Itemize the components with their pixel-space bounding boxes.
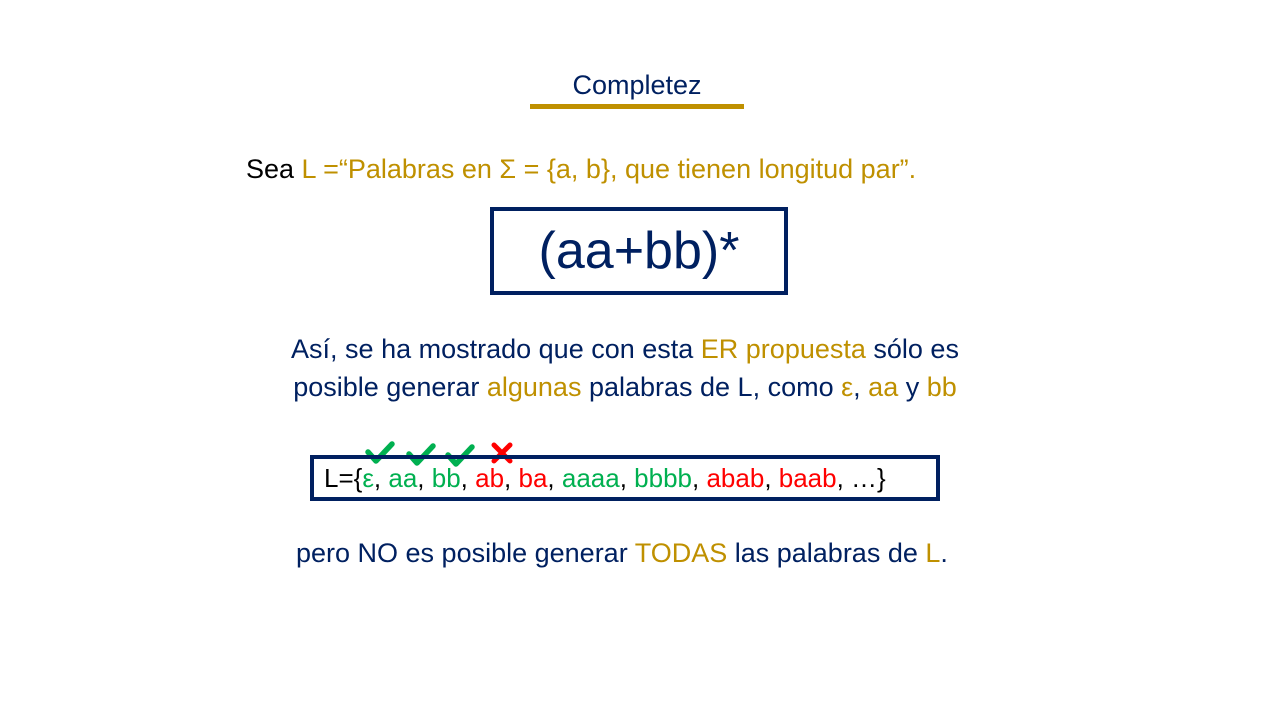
language-word: bbbb [634,462,693,493]
language-set-prefix: L={ [324,462,363,493]
conclusion-text-segment: pero NO es posible generar [296,538,635,568]
language-word: aa [388,462,418,493]
language-word: aaaa [561,462,620,493]
language-set-suffix: , …} [836,462,886,493]
word-separator: , [692,462,707,493]
language-word: baab [778,462,837,493]
conclusion-highlight-todas: TODAS [634,538,728,568]
language-word-list: ε, aa, bb, ab, ba, aaaa, bbbb, abab, baa… [362,463,836,494]
word-separator: , [504,462,519,493]
word-separator: , [417,462,432,493]
word-separator: , [547,462,562,493]
language-word: ba [518,462,548,493]
conclusion-text: pero NO es posible generar TODAS las pal… [296,538,948,569]
conclusion-highlight-l: L [925,538,941,568]
conclusion-text-segment: . [940,538,948,568]
word-separator: , [460,462,476,493]
word-separator: , [373,462,389,493]
language-word: abab [706,462,765,493]
language-words-box: L={ε, aa, bb, ab, ba, aaaa, bbbb, abab, … [310,455,940,501]
language-word: ab [475,462,505,493]
conclusion-text-segment: las palabras de [727,538,926,568]
word-separator: , [764,462,779,493]
language-word: bb [431,462,461,493]
language-word: ε [362,462,374,493]
word-separator: , [619,462,635,493]
word-marks [365,441,513,467]
